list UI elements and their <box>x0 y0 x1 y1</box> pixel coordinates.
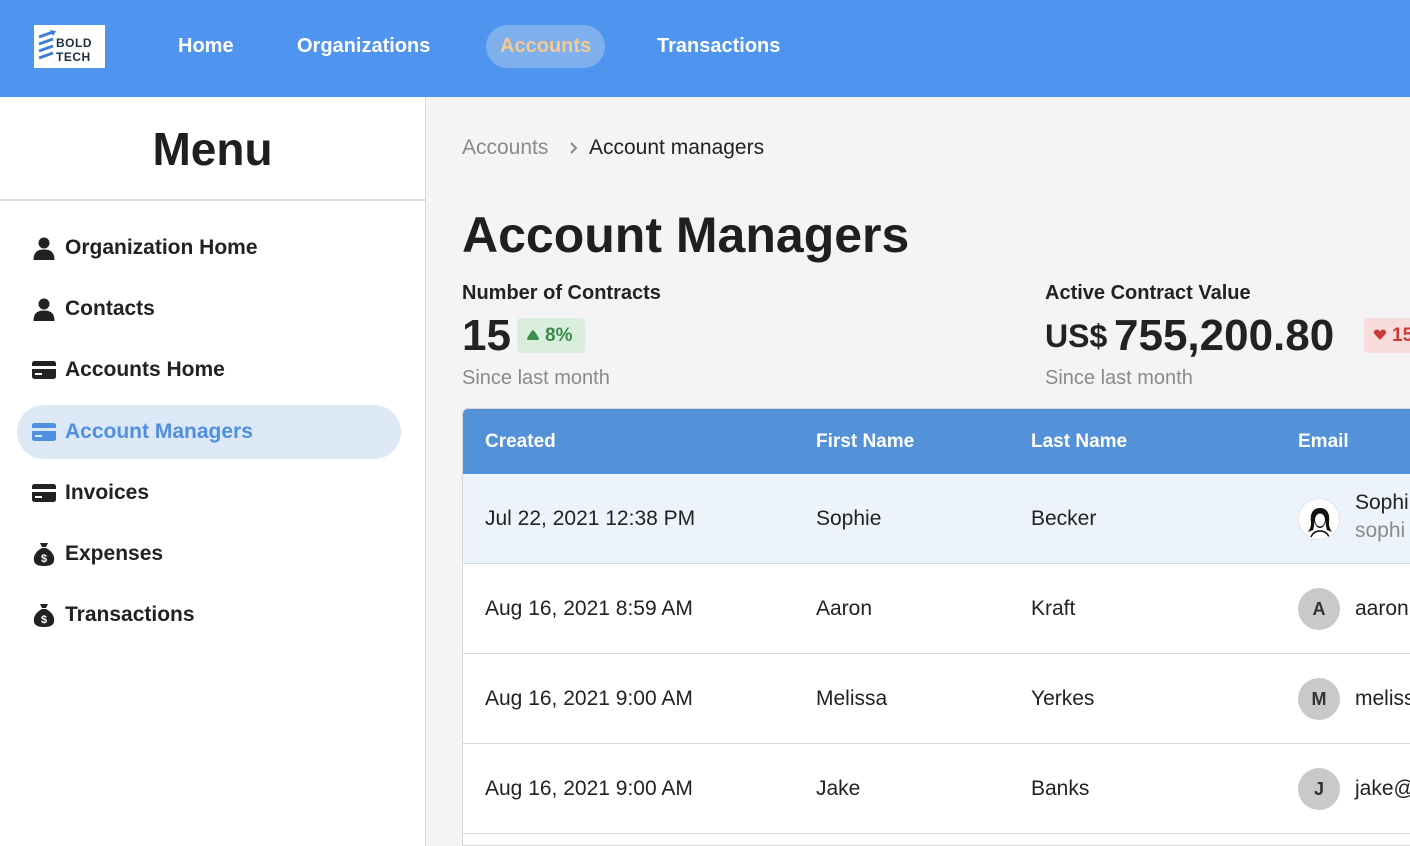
sidebar-item-transactions[interactable]: $ Transactions <box>17 588 401 642</box>
breadcrumb-accounts[interactable]: Accounts <box>462 134 548 162</box>
credit-card-icon <box>32 361 56 379</box>
cell-first-name: Aaron <box>816 597 873 620</box>
sidebar-item-label: Accounts Home <box>65 358 225 381</box>
person-icon <box>33 298 55 321</box>
sidebar-item-account-managers[interactable]: Account Managers <box>17 405 401 459</box>
stat-contracts-subtext: Since last month <box>462 367 610 389</box>
logo-stripes-icon <box>38 30 56 60</box>
sidebar-item-expenses[interactable]: $ Expenses <box>17 527 401 581</box>
sidebar-item-label: Transactions <box>65 603 195 626</box>
page-title: Account Managers <box>462 207 910 263</box>
column-header-first-name[interactable]: First Name <box>816 409 914 474</box>
breadcrumb-current: Account managers <box>589 136 765 159</box>
avatar: J <box>1298 768 1340 810</box>
cell-first-name: Melissa <box>816 687 888 710</box>
credit-card-icon <box>32 484 56 502</box>
stat-contracts-label: Number of Contracts <box>462 282 661 304</box>
person-icon <box>33 237 55 260</box>
account-managers-table: Created First Name Last Name Email Jul 2… <box>462 408 1410 846</box>
sidebar-item-label: Account Managers <box>65 420 253 443</box>
credit-card-icon <box>32 423 56 441</box>
sidebar-item-contacts[interactable]: Contacts <box>17 282 401 336</box>
stat-contract-value: 755,200.80 <box>1114 311 1335 360</box>
table-row[interactable]: Aug 16, 2021 9:00 AM Jake Banks J jake@ <box>463 744 1410 834</box>
table-header: Created First Name Last Name Email <box>463 409 1410 474</box>
stat-contract-value-subtext: Since last month <box>1045 367 1193 389</box>
cell-email: aaron <box>1355 597 1409 620</box>
cell-email: jake@ <box>1355 777 1410 800</box>
cell-created: Aug 16, 2021 8:59 AM <box>485 597 693 620</box>
nav-home[interactable]: Home <box>164 25 248 68</box>
column-header-last-name[interactable]: Last Name <box>1031 409 1127 474</box>
cell-last-name: Becker <box>1031 507 1097 530</box>
cell-last-name: Kraft <box>1031 597 1076 620</box>
cell-created: Aug 16, 2021 9:00 AM <box>485 777 693 800</box>
bold-tech-logo[interactable]: BOLD TECH <box>34 25 105 68</box>
nav-organizations[interactable]: Organizations <box>283 25 444 68</box>
cell-last-name: Yerkes <box>1031 687 1095 710</box>
stat-contracts-change-badge: 8% <box>517 318 585 353</box>
svg-text:$: $ <box>41 553 47 565</box>
stat-currency-prefix: US$ <box>1045 318 1108 354</box>
logo-text: BOLD TECH <box>56 36 92 64</box>
stat-contract-value-label: Active Contract Value <box>1045 282 1251 304</box>
avatar-portrait-icon <box>1308 508 1332 538</box>
column-header-email[interactable]: Email <box>1298 409 1349 474</box>
heart-down-icon <box>1373 329 1387 340</box>
cell-created: Jul 22, 2021 12:38 PM <box>485 507 696 530</box>
avatar: M <box>1298 678 1340 720</box>
sidebar-item-organization-home[interactable]: Organization Home <box>17 221 401 275</box>
column-header-created[interactable]: Created <box>485 409 556 474</box>
nav-transactions[interactable]: Transactions <box>643 25 794 68</box>
table-row[interactable]: Aug 16, 2021 9:00 AM Melissa Yerkes M me… <box>463 654 1410 744</box>
sidebar-item-accounts-home[interactable]: Accounts Home <box>17 343 401 397</box>
sidebar-item-label: Organization Home <box>65 236 258 259</box>
svg-text:$: $ <box>41 614 47 626</box>
cell-email: sophi <box>1355 519 1406 542</box>
cell-first-name: Jake <box>816 777 861 800</box>
chevron-right-icon <box>567 134 581 162</box>
cell-created: Aug 16, 2021 9:00 AM <box>485 687 693 710</box>
cell-email: meliss <box>1355 687 1410 710</box>
sidebar-item-invoices[interactable]: Invoices <box>17 466 401 520</box>
table-row[interactable]: Jul 22, 2021 12:38 PM Sophie Becker Soph… <box>463 474 1410 564</box>
menu-title: Menu <box>0 97 425 201</box>
table-row[interactable]: Aug 16, 2021 8:59 AM Aaron Kraft A aaron <box>463 564 1410 654</box>
avatar <box>1298 498 1340 540</box>
top-navigation-bar: BOLD TECH Home Organizations Accounts Tr… <box>0 0 1410 97</box>
money-bag-icon: $ <box>33 543 55 566</box>
triangle-up-icon <box>527 330 539 340</box>
sidebar-item-label: Expenses <box>65 542 164 565</box>
stat-contracts-value: 15 <box>462 311 511 360</box>
sidebar-item-label: Invoices <box>65 481 150 504</box>
sidebar-item-label: Contacts <box>65 297 155 320</box>
stat-contract-value-change-badge: 15 <box>1364 318 1410 353</box>
cell-last-name: Banks <box>1031 777 1090 800</box>
cell-first-name: Sophie <box>816 507 882 530</box>
avatar: A <box>1298 588 1340 630</box>
nav-accounts[interactable]: Accounts <box>486 25 606 68</box>
money-bag-icon: $ <box>33 604 55 627</box>
cell-email-name: Sophi <box>1355 491 1409 514</box>
sidebar-menu: Menu Organization Home Contacts Accounts… <box>0 97 426 846</box>
